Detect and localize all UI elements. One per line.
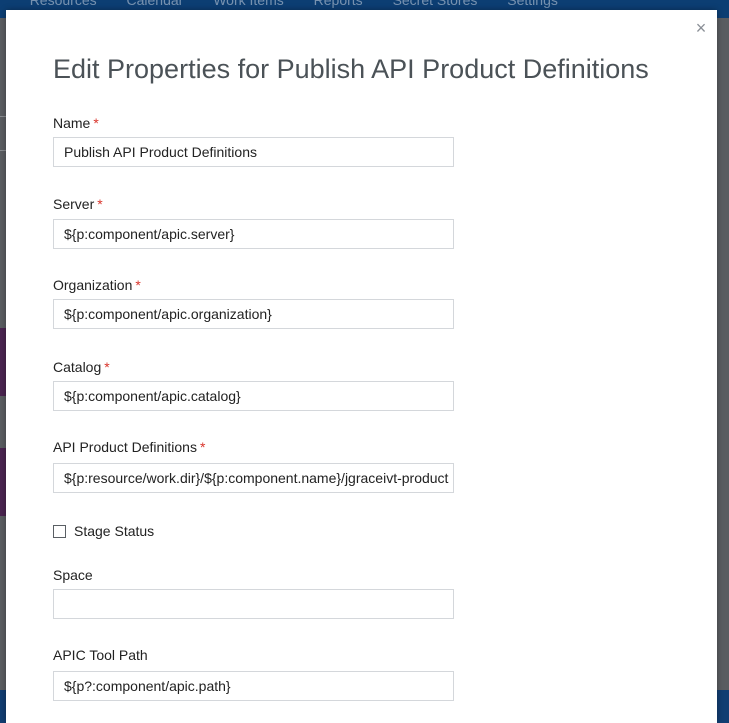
organization-label-text: Organization xyxy=(53,277,133,293)
nav-item-resources: Resources xyxy=(29,0,97,8)
background-right-strip xyxy=(717,18,729,723)
required-marker: * xyxy=(97,196,103,212)
nav-item-secret-stores: Secret Stores xyxy=(392,0,478,8)
nav-item-work-items: Work Items xyxy=(213,0,284,8)
catalog-label: Catalog * xyxy=(53,359,110,375)
edit-properties-dialog: × Edit Properties for Publish API Produc… xyxy=(6,10,717,723)
space-input[interactable] xyxy=(53,589,454,619)
stage-status-checkbox-row[interactable]: Stage Status xyxy=(53,522,154,540)
close-icon[interactable]: × xyxy=(693,19,709,37)
api-product-definitions-label-text: API Product Definitions xyxy=(53,439,197,455)
apic-tool-path-input[interactable]: ${p?:component/apic.path} xyxy=(53,671,454,701)
api-product-definitions-label: API Product Definitions * xyxy=(53,439,205,455)
name-input[interactable]: Publish API Product Definitions xyxy=(53,137,454,167)
nav-item-settings: Settings xyxy=(507,0,558,8)
catalog-label-text: Catalog xyxy=(53,359,102,375)
apic-tool-path-label: APIC Tool Path xyxy=(53,647,148,663)
dialog-title: Edit Properties for Publish API Product … xyxy=(53,54,649,84)
nav-item-reports: Reports xyxy=(313,0,363,8)
server-label: Server * xyxy=(53,196,103,212)
organization-label: Organization * xyxy=(53,277,141,293)
nav-item-calendar: Calendar xyxy=(126,0,184,8)
space-label: Space xyxy=(53,567,93,583)
server-input[interactable]: ${p:component/apic.server} xyxy=(53,219,454,249)
required-marker: * xyxy=(104,359,110,375)
name-label: Name * xyxy=(53,115,99,131)
background-footer-accent xyxy=(717,690,729,723)
stage-status-label: Stage Status xyxy=(74,523,155,539)
space-label-text: Space xyxy=(53,567,93,583)
background-nav-items: ses Resources Calendar Work Items Report… xyxy=(0,0,584,8)
api-product-definitions-input[interactable]: ${p:resource/work.dir}/${p:component.nam… xyxy=(53,463,454,493)
stage-status-checkbox[interactable] xyxy=(53,524,66,538)
organization-input[interactable]: ${p:component/apic.organization} xyxy=(53,299,454,329)
required-marker: * xyxy=(199,439,206,455)
server-label-text: Server xyxy=(53,196,95,212)
required-marker: * xyxy=(93,115,99,131)
required-marker: * xyxy=(135,277,141,293)
name-label-text: Name xyxy=(53,115,91,131)
catalog-input[interactable]: ${p:component/apic.catalog} xyxy=(53,381,454,411)
apic-tool-path-label-text: APIC Tool Path xyxy=(53,647,148,663)
